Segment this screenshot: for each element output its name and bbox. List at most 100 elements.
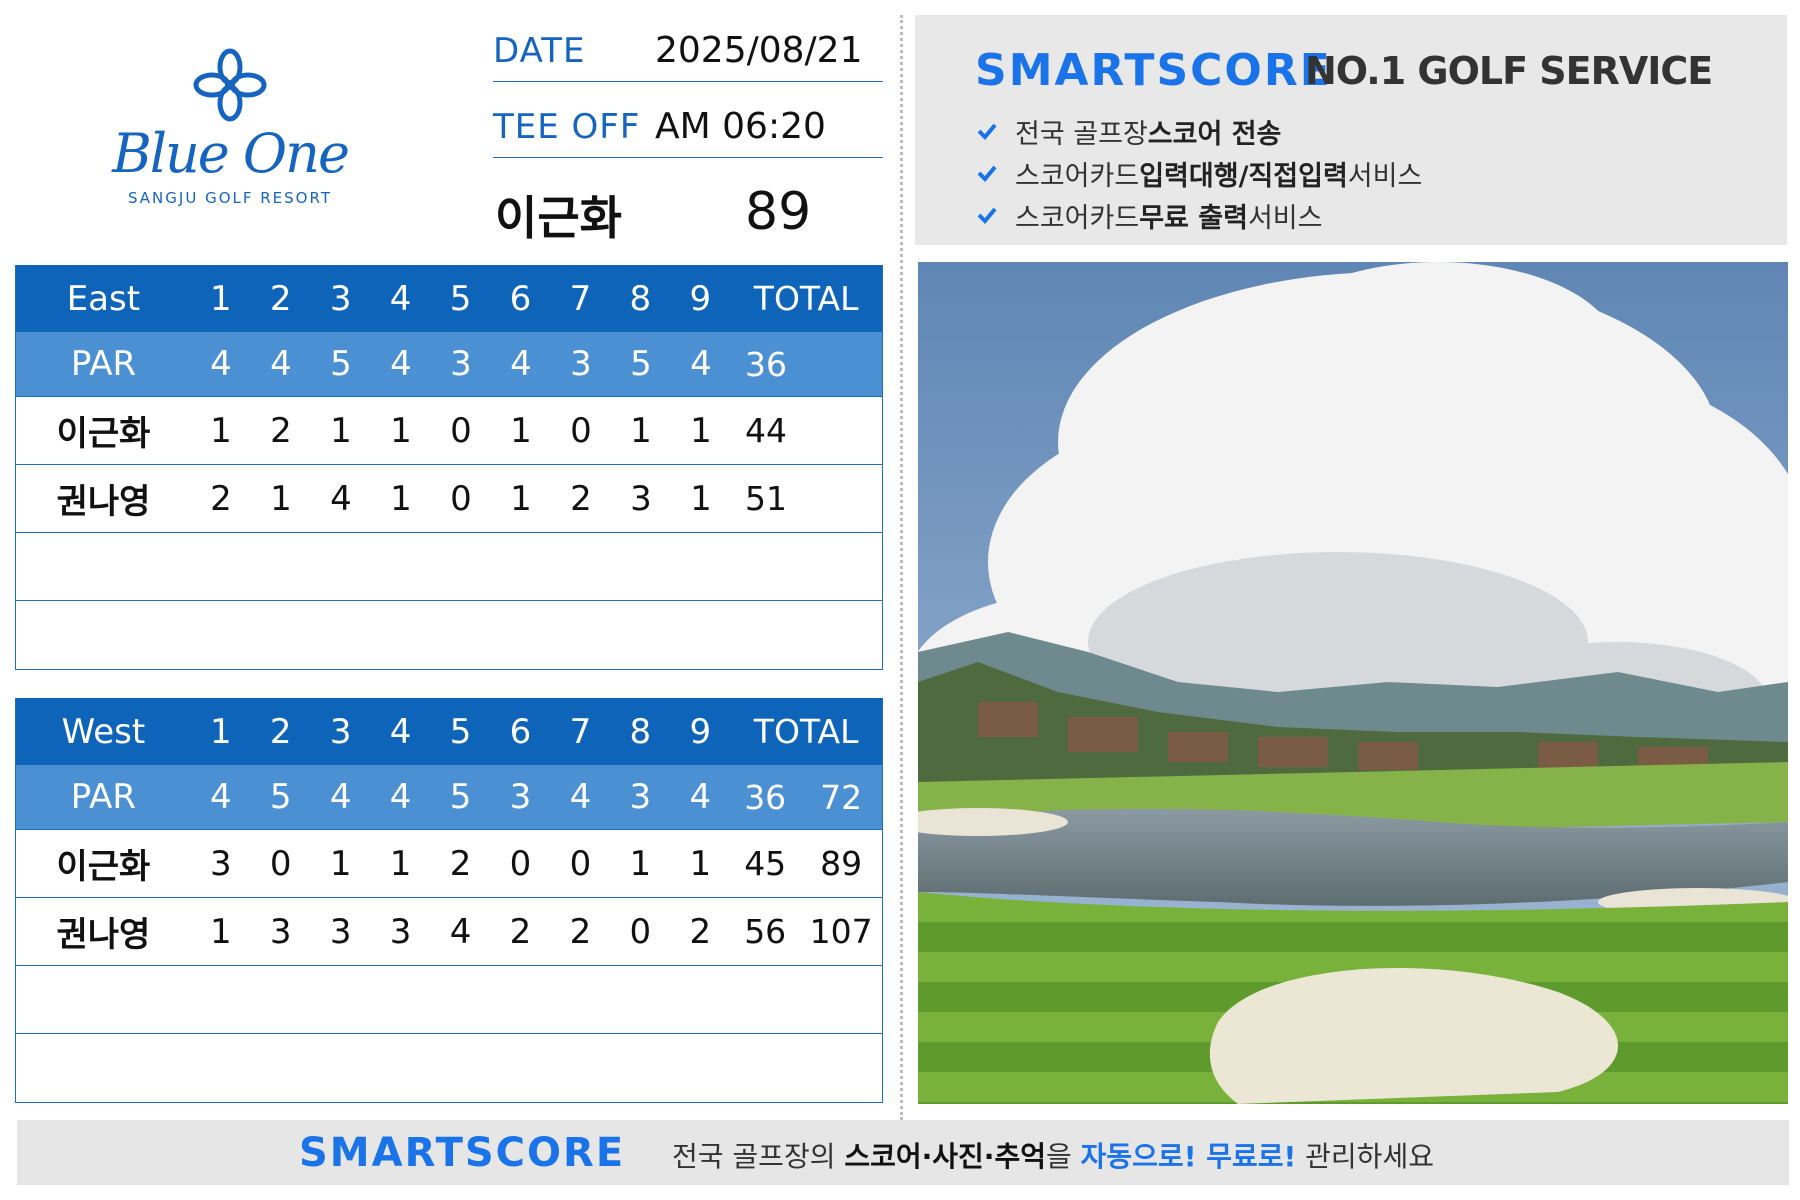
score-cell: 1 (630, 410, 652, 451)
score-total: 45 (744, 844, 787, 883)
score-cell: 1 (390, 478, 412, 519)
score-cell: 3 (329, 911, 352, 952)
hole-number: 1 (209, 278, 232, 319)
player-name: 이근화 (56, 414, 151, 454)
west-par-row: PAR 4 5 4 4 5 3 4 3 4 36 72 (16, 765, 882, 830)
course-name: West (61, 711, 146, 752)
course-name: East (66, 278, 141, 319)
score-cell: 0 (450, 478, 472, 519)
par-value: 5 (269, 777, 292, 817)
footer-text-part: 전국 골프장의 (672, 1140, 845, 1173)
par-label: PAR (70, 777, 136, 817)
score-cell: 1 (690, 410, 712, 451)
footer-text-bold: 스코어·사진·추억 (844, 1140, 1046, 1173)
ad-tagline: NO.1 GOLF SERVICE (1305, 49, 1713, 93)
ad-item-text: 전국 골프장 (1015, 118, 1148, 150)
score-grand-total: 107 (809, 912, 873, 951)
footer-banner: SMARTSCORE 전국 골프장의 스코어·사진·추억을 자동으로! 무료로!… (17, 1120, 1789, 1185)
ad-panel: SMARTSCORE NO.1 GOLF SERVICE 전국 골프장 스코어 … (915, 15, 1787, 245)
score-cell: 0 (570, 410, 592, 451)
par-label: PAR (70, 344, 137, 384)
hole-number: 7 (569, 711, 592, 752)
par-total: 36 (745, 344, 787, 384)
score-cell: 2 (569, 911, 592, 952)
score-cell: 2 (210, 478, 232, 519)
check-icon (977, 123, 997, 140)
score-cell: 4 (330, 478, 352, 519)
par-value: 4 (510, 344, 532, 384)
score-cell: 2 (509, 911, 532, 952)
score-cell: 1 (510, 410, 532, 451)
score-grand-total: 89 (820, 844, 863, 883)
ad-item-bold: 입력대행/직접입력 (1139, 160, 1348, 192)
par-value: 4 (689, 777, 712, 817)
hole-number: 3 (329, 278, 352, 319)
logo-subtitle: SANGJU GOLF RESORT (128, 189, 332, 207)
score-cell: 1 (270, 478, 292, 519)
ad-feature-list: 전국 골프장 스코어 전송 스코어카드 입력대행/직접입력 서비스 스코어카드 … (977, 110, 1422, 236)
table-row: 이근화 3 0 1 1 2 0 0 1 1 45 89 (16, 830, 882, 898)
logo-name: Blue One (112, 122, 350, 185)
par-value: 3 (629, 777, 652, 817)
score-cell: 2 (689, 911, 712, 952)
hole-number: 6 (509, 278, 532, 319)
score-cell: 0 (450, 410, 472, 451)
east-header-row: East 1 2 3 4 5 6 7 8 9 TOTAL (16, 265, 882, 332)
par-value: 5 (330, 344, 352, 384)
hole-number: 6 (509, 711, 532, 752)
list-item: 전국 골프장 스코어 전송 (977, 110, 1422, 152)
score-cell: 3 (209, 843, 232, 884)
par-value: 4 (389, 777, 412, 817)
west-scorecard: West 1 2 3 4 5 6 7 8 9 TOTAL PAR 4 5 4 4… (15, 698, 883, 1103)
par-value: 4 (569, 777, 592, 817)
par-value: 4 (270, 344, 292, 384)
dotted-divider (900, 15, 903, 1120)
table-row: 권나영 2 1 4 1 0 1 2 3 1 51 (16, 465, 882, 533)
east-scorecard: East 1 2 3 4 5 6 7 8 9 TOTAL PAR 4 4 5 4… (15, 265, 883, 670)
footer-text-part: 을 (1045, 1140, 1081, 1173)
ad-item-text: 스코어카드 (1015, 160, 1140, 192)
score-cell: 1 (510, 478, 532, 519)
resort-logo: Blue One SANGJU GOLF RESORT (100, 45, 360, 220)
hole-number: 7 (569, 278, 592, 319)
player-name: 이근화 (56, 847, 151, 887)
ad-item-text: 서비스 (1347, 160, 1423, 192)
teeoff-value: AM 06:20 (655, 106, 826, 147)
par-value: 4 (390, 344, 412, 384)
score-cell: 2 (570, 478, 592, 519)
footer-text-highlight: 자동으로! 무료로! (1080, 1140, 1297, 1173)
table-row: 이근화 1 2 1 1 0 1 0 1 1 44 (16, 397, 882, 465)
footer-text: 전국 골프장의 스코어·사진·추억을 자동으로! 무료로! 관리하세요 (672, 1135, 1434, 1175)
ad-item-bold: 스코어 전송 (1147, 118, 1282, 150)
score-cell: 0 (269, 843, 292, 884)
score-cell: 1 (329, 843, 352, 884)
score-cell: 1 (210, 410, 232, 451)
score-cell: 1 (629, 843, 652, 884)
empty-row (16, 601, 882, 669)
score-cell: 1 (689, 843, 712, 884)
score-total: 56 (744, 912, 787, 951)
score-cell: 4 (449, 911, 472, 952)
footer-brand: SMARTSCORE (299, 1130, 626, 1176)
ad-item-text: 서비스 (1247, 202, 1323, 234)
total-label: TOTAL (753, 712, 859, 751)
score-cell: 1 (209, 911, 232, 952)
golf-course-photo (918, 262, 1788, 1104)
empty-row (16, 966, 882, 1034)
hole-number: 5 (449, 278, 472, 319)
ad-item-text: 스코어카드 (1015, 202, 1140, 234)
teeoff-row: TEE OFF AM 06:20 (493, 82, 883, 158)
east-par-row: PAR 4 4 5 4 3 4 3 5 4 36 (16, 332, 882, 397)
golf-course-illustration (918, 262, 1788, 1104)
par-value: 5 (630, 344, 652, 384)
score-cell: 1 (390, 410, 412, 451)
score-cell: 3 (630, 478, 652, 519)
table-row: 권나영 1 3 3 3 4 2 2 0 2 56 107 (16, 898, 882, 966)
par-value: 5 (449, 777, 472, 817)
score-cell: 3 (269, 911, 292, 952)
list-item: 스코어카드 입력대행/직접입력 서비스 (977, 152, 1422, 194)
empty-row (16, 533, 882, 601)
footer-text-part: 관리하세요 (1296, 1140, 1434, 1173)
par-value: 3 (509, 777, 532, 817)
par-value: 4 (329, 777, 352, 817)
